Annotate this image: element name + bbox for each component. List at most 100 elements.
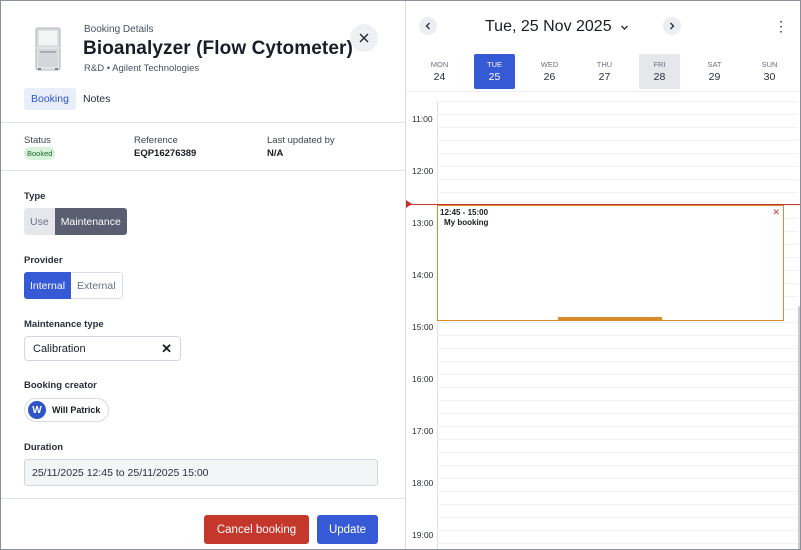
quarter-gridline: [437, 127, 798, 128]
day-tue[interactable]: TUE 25: [474, 54, 515, 89]
quarter-gridline: [437, 114, 798, 115]
tab-bar: Booking Notes: [24, 88, 117, 110]
quarter-gridline: [437, 374, 798, 375]
update-button[interactable]: Update: [317, 515, 378, 544]
type-toggle: Use Maintenance: [24, 208, 127, 235]
quarter-gridline: [437, 504, 798, 505]
quarter-gridline: [437, 140, 798, 141]
day-mon[interactable]: MON 24: [419, 54, 460, 89]
kebab-menu-icon[interactable]: ⋮: [774, 18, 788, 35]
time-gutter-divider: [437, 101, 438, 549]
current-date: Tue, 25 Nov 2025: [485, 18, 612, 35]
provider-toggle: Internal External: [24, 272, 123, 299]
type-option-use[interactable]: Use: [24, 208, 55, 235]
current-time-marker: [406, 200, 412, 208]
close-icon: [359, 33, 369, 43]
hour-label: 14:00: [412, 270, 434, 280]
avatar: W: [28, 401, 46, 419]
quarter-gridline: [437, 153, 798, 154]
chevron-left-icon: [425, 22, 430, 30]
maintenance-type-select[interactable]: Calibration ✕: [24, 336, 181, 361]
cancel-booking-button[interactable]: Cancel booking: [204, 515, 309, 544]
day-name: WED: [540, 60, 559, 69]
last-updated-value: N/A: [267, 148, 284, 159]
day-name: THU: [596, 60, 613, 69]
reference-label: Reference: [134, 135, 178, 146]
quarter-gridline: [437, 478, 798, 479]
divider: [1, 498, 405, 499]
hour-label: 17:00: [412, 426, 434, 436]
hour-label: 13:00: [412, 218, 434, 228]
quarter-gridline: [437, 530, 798, 531]
day-fri[interactable]: FRI 28: [639, 54, 680, 89]
quarter-gridline: [437, 543, 798, 544]
tab-booking[interactable]: Booking: [24, 88, 76, 110]
duration-field: 25/11/2025 12:45 to 25/11/2025 15:00: [24, 459, 378, 486]
app-window: Booking Details Bioanalyzer (Flow Cytome…: [0, 0, 801, 550]
day-thu[interactable]: THU 27: [584, 54, 625, 89]
divider: [1, 122, 405, 123]
divider: [406, 91, 800, 92]
provider-option-external[interactable]: External: [71, 272, 123, 299]
equipment-subtitle: R&D • Agilent Technologies: [84, 63, 200, 74]
hour-label: 12:00: [412, 166, 434, 176]
day-name: SAT: [707, 60, 722, 69]
calendar-panel: Tue, 25 Nov 2025 ⋮ MON 24 TUE 25 WED 26 THU 27 F…: [406, 1, 800, 549]
day-sun[interactable]: SUN 30: [749, 54, 790, 89]
instrument-icon: [35, 27, 61, 71]
quarter-gridline: [437, 166, 798, 167]
prev-day-button[interactable]: [419, 17, 437, 35]
day-name: FRI: [653, 60, 666, 69]
close-button[interactable]: [350, 24, 378, 52]
maintenance-type-label: Maintenance type: [24, 319, 104, 330]
quarter-gridline: [437, 192, 798, 193]
chevron-down-icon: [620, 25, 628, 30]
creator-chip[interactable]: W Will Patrick: [24, 398, 110, 422]
quarter-gridline: [437, 348, 798, 349]
booking-details-panel: Booking Details Bioanalyzer (Flow Cytome…: [1, 1, 406, 549]
day-date: 25: [488, 71, 501, 83]
maintenance-type-value: Calibration: [33, 342, 86, 355]
hour-label: 11:00: [412, 114, 433, 124]
day-date: 30: [763, 71, 776, 83]
hour-label: 19:00: [412, 530, 434, 540]
event-time: 12:45 - 15:00: [440, 208, 489, 217]
event-title: My booking: [444, 218, 489, 227]
booking-creator-label: Booking creator: [24, 380, 97, 391]
quarter-gridline: [437, 387, 798, 388]
day-date: 26: [543, 71, 556, 83]
quarter-gridline: [437, 361, 798, 362]
hour-label: 18:00: [412, 478, 434, 488]
day-wed[interactable]: WED 26: [529, 54, 570, 89]
quarter-gridline: [437, 322, 798, 323]
status-label: Status: [24, 135, 51, 146]
reference-value: EQP16276389: [134, 148, 197, 159]
hour-label: 15:00: [412, 322, 434, 332]
provider-option-internal[interactable]: Internal: [24, 272, 72, 299]
day-date: 24: [433, 71, 446, 83]
clear-icon[interactable]: ✕: [161, 341, 172, 357]
calendar-event[interactable]: 12:45 - 15:00 My booking ✕: [437, 205, 784, 321]
next-day-button[interactable]: [663, 17, 681, 35]
day-date: 27: [598, 71, 611, 83]
quarter-gridline: [437, 439, 798, 440]
event-resize-handle[interactable]: [558, 317, 662, 320]
tab-notes[interactable]: Notes: [76, 88, 117, 110]
divider: [1, 170, 405, 171]
day-date: 29: [708, 71, 721, 83]
quarter-gridline: [437, 491, 798, 492]
day-sat[interactable]: SAT 29: [694, 54, 735, 89]
type-option-maintenance[interactable]: Maintenance: [54, 208, 127, 235]
duration-label: Duration: [24, 442, 64, 453]
event-close-icon[interactable]: ✕: [772, 207, 780, 218]
booking-details-label: Booking Details: [84, 24, 154, 35]
status-badge: Booked: [24, 147, 56, 160]
quarter-gridline: [437, 465, 798, 466]
type-label: Type: [24, 191, 46, 202]
day-name: TUE: [487, 60, 502, 69]
day-name: SUN: [761, 60, 778, 69]
quarter-gridline: [437, 452, 798, 453]
quarter-gridline: [437, 517, 798, 518]
date-picker-button[interactable]: Tue, 25 Nov 2025: [485, 18, 629, 36]
quarter-gridline: [437, 400, 798, 401]
